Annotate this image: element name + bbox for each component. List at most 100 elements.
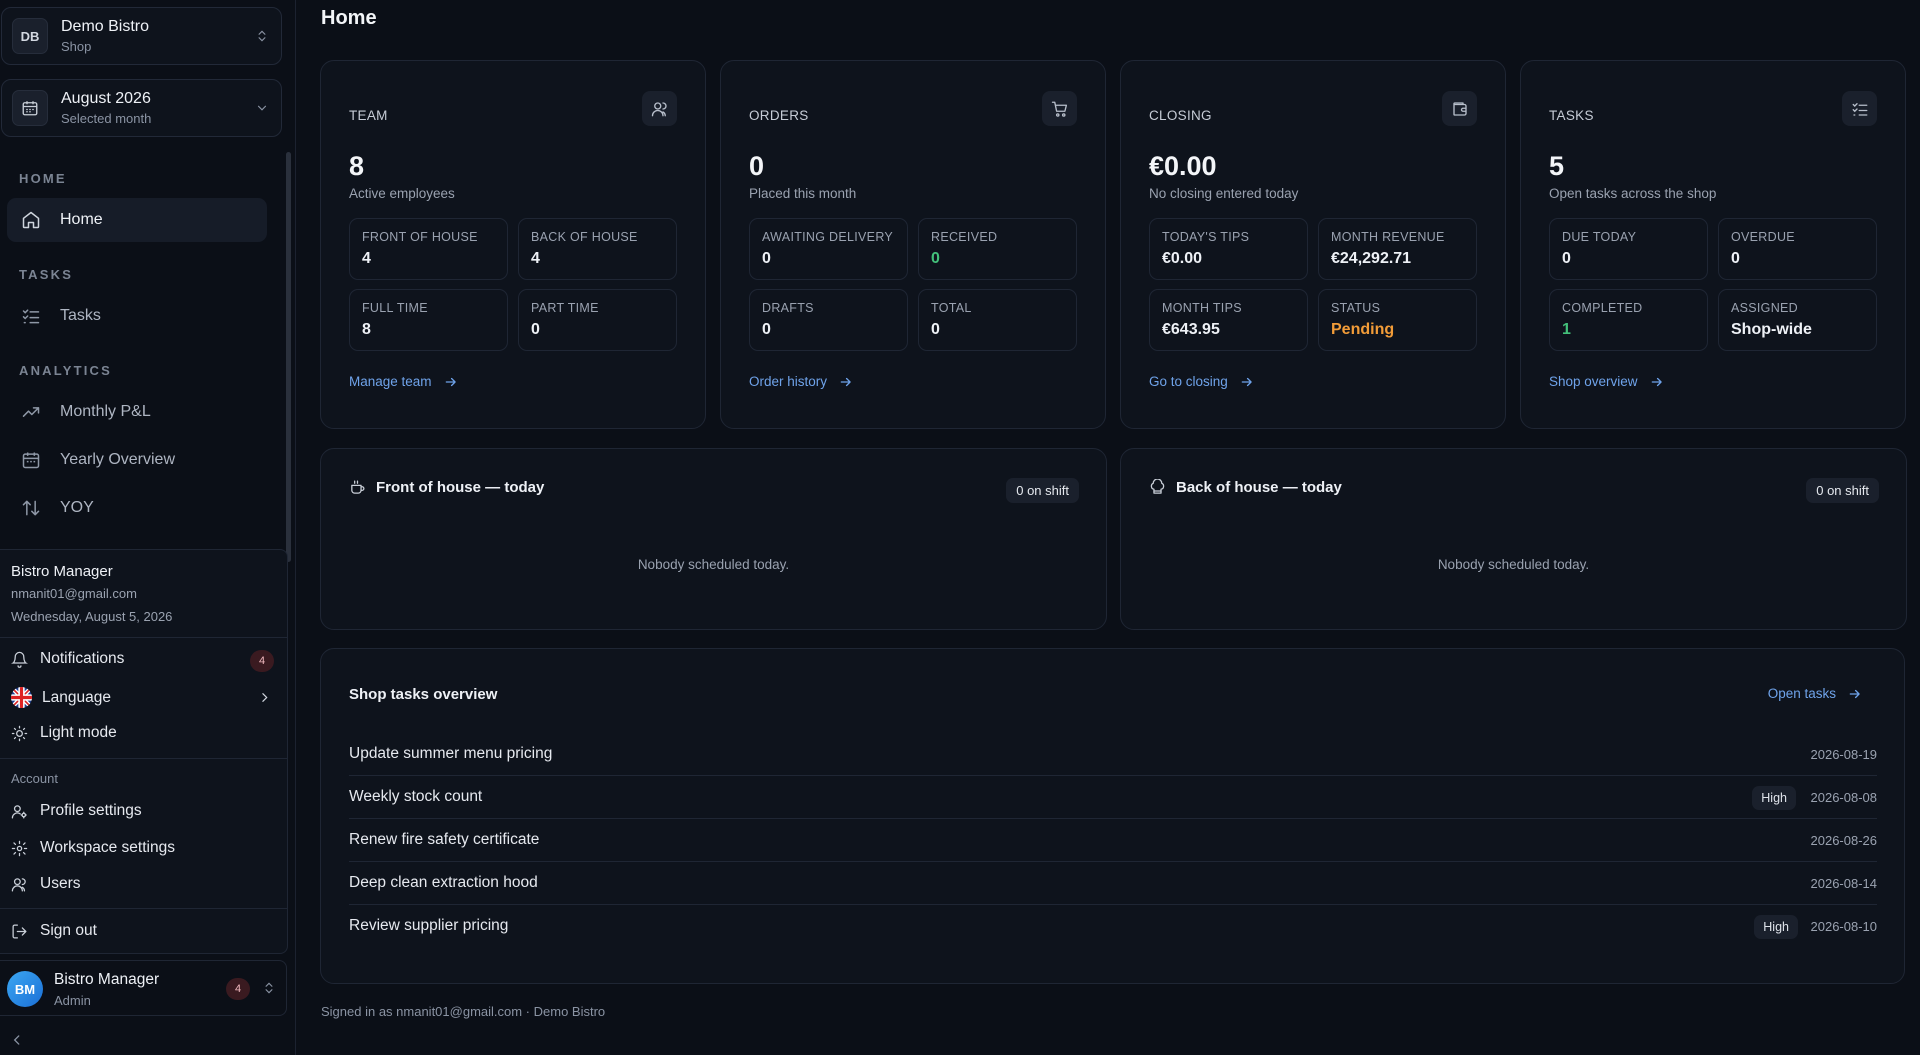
chevron-right-icon: [258, 691, 271, 704]
stat-value: 0: [762, 321, 771, 338]
sidebar-item-home[interactable]: Home: [7, 198, 267, 242]
stat-tile: OVERDUE 0: [1718, 218, 1877, 280]
calendar-icon: [21, 450, 41, 470]
card-value: €0.00: [1149, 151, 1217, 181]
selected-month: August 2026: [61, 90, 151, 107]
manage-team-link[interactable]: Manage team: [349, 374, 458, 389]
chef-hat-icon: [1149, 479, 1166, 496]
stat-label: STATUS: [1331, 301, 1381, 315]
sun-icon: [11, 725, 28, 742]
stat-label: DUE TODAY: [1562, 230, 1637, 244]
notifications-item[interactable]: Notifications: [11, 650, 276, 668]
avatar: BM: [7, 971, 43, 1007]
sidebar-item-yearly-overview[interactable]: Yearly Overview: [7, 438, 267, 482]
task-row[interactable]: Review supplier pricing High 2026-08-10: [349, 905, 1877, 948]
sidebar-item-label: YOY: [60, 499, 94, 516]
shop-tasks-overview-card: Shop tasks overview Open tasks Update su…: [320, 648, 1905, 984]
front-of-house-card: Front of house — today 0 on shift Nobody…: [320, 448, 1107, 630]
link-label: Open tasks: [1767, 686, 1836, 701]
month-switcher[interactable]: August 2026 Selected month: [1, 79, 282, 137]
stat-tile: FRONT OF HOUSE 4: [349, 218, 508, 280]
profile-settings-item[interactable]: Profile settings: [11, 802, 142, 820]
card-title: CLOSING: [1149, 108, 1212, 123]
task-row[interactable]: Renew fire safety certificate 2026-08-26: [349, 819, 1877, 862]
users-item[interactable]: Users: [11, 875, 80, 893]
go-to-closing-link[interactable]: Go to closing: [1149, 374, 1254, 389]
sign-out-icon: [11, 923, 28, 940]
task-name: Update summer menu pricing: [349, 745, 553, 762]
user-account-button[interactable]: BM Bistro Manager Admin 4: [0, 960, 287, 1016]
stat-tile: COMPLETED 1: [1549, 289, 1708, 351]
collapse-sidebar-icon[interactable]: [10, 1033, 24, 1047]
sidebar-item-yoy[interactable]: YOY: [7, 486, 267, 530]
task-name: Renew fire safety certificate: [349, 831, 540, 848]
sidebar-scrollbar[interactable]: [286, 152, 291, 562]
priority-badge: High: [1754, 915, 1798, 939]
workspace-settings-item[interactable]: Workspace settings: [11, 839, 175, 857]
sidebar-item-tasks[interactable]: Tasks: [7, 294, 267, 338]
stat-label: FRONT OF HOUSE: [362, 230, 478, 244]
task-row[interactable]: Deep clean extraction hood 2026-08-14: [349, 862, 1877, 905]
nav-section-analytics: ANALYTICS: [19, 363, 112, 378]
account-section-label: Account: [11, 771, 58, 786]
card-title: ORDERS: [749, 108, 809, 123]
priority-badge: High: [1752, 786, 1796, 810]
card-value: 0: [749, 151, 765, 181]
link-label: Go to closing: [1149, 374, 1228, 389]
stat-value: 8: [362, 321, 371, 338]
stat-value: Shop-wide: [1731, 321, 1812, 338]
task-row[interactable]: Update summer menu pricing 2026-08-19: [349, 733, 1877, 776]
users-icon: [642, 91, 677, 126]
arrows-up-down-icon: [21, 498, 41, 518]
signed-in-footer: Signed in as nmanit01@gmail.com · Demo B…: [321, 1004, 606, 1019]
stat-tile: STATUS Pending: [1318, 289, 1477, 351]
stat-tile: MONTH REVENUE €24,292.71: [1318, 218, 1477, 280]
sign-out-item[interactable]: Sign out: [11, 922, 97, 940]
card-subtitle: No closing entered today: [1149, 186, 1299, 201]
stat-label: RECEIVED: [931, 230, 998, 244]
stat-tile: TOTAL 0: [918, 289, 1077, 351]
arrow-right-icon: [1848, 687, 1862, 701]
sidebar-item-monthly-pl[interactable]: Monthly P&L: [7, 390, 267, 434]
order-history-link[interactable]: Order history: [749, 374, 853, 389]
stat-value: 4: [531, 250, 540, 267]
stat-label: MONTH REVENUE: [1331, 230, 1445, 244]
task-due-date: 2026-08-08: [1810, 790, 1878, 805]
stat-label: DRAFTS: [762, 301, 814, 315]
trending-up-icon: [21, 402, 41, 422]
light-mode-item[interactable]: Light mode: [11, 724, 117, 742]
bell-icon: [11, 651, 28, 668]
stat-tile: RECEIVED 0: [918, 218, 1077, 280]
shop-switcher[interactable]: DB Demo Bistro Shop: [1, 7, 282, 65]
uk-flag-icon: [11, 687, 32, 708]
empty-state-text: Nobody scheduled today.: [1437, 557, 1590, 572]
stat-tile: ASSIGNED Shop-wide: [1718, 289, 1877, 351]
chevron-down-icon: [255, 101, 269, 115]
page-title: Home: [321, 7, 377, 29]
stat-label: FULL TIME: [362, 301, 428, 315]
coffee-cup-icon: [349, 479, 366, 496]
card-value: 8: [349, 151, 365, 181]
stat-label: OVERDUE: [1731, 230, 1795, 244]
stat-value: €0.00: [1162, 250, 1203, 267]
card-title: Shop tasks overview: [349, 686, 498, 703]
open-tasks-link[interactable]: Open tasks: [1768, 686, 1862, 701]
stat-value: 0: [1562, 250, 1571, 267]
card-title: TASKS: [1549, 108, 1594, 123]
sidebar-item-label: Monthly P&L: [60, 403, 151, 420]
stat-label: BACK OF HOUSE: [531, 230, 638, 244]
nav-section-home: HOME: [19, 171, 67, 186]
stat-label: PART TIME: [531, 301, 599, 315]
stat-label: MONTH TIPS: [1162, 301, 1242, 315]
divider: [0, 637, 288, 638]
task-row[interactable]: Weekly stock count High 2026-08-08: [349, 776, 1877, 819]
card-value: 5: [1549, 151, 1565, 181]
stat-value: 1: [1562, 321, 1571, 338]
chevron-up-down-icon: [262, 981, 276, 995]
language-item[interactable]: Language: [11, 687, 276, 708]
tasks-card: TASKS 5 Open tasks across the shop DUE T…: [1520, 60, 1906, 429]
task-name: Deep clean extraction hood: [349, 874, 538, 891]
arrow-right-icon: [1240, 375, 1254, 389]
shop-overview-link[interactable]: Shop overview: [1549, 374, 1664, 389]
stat-value: 0: [931, 321, 940, 338]
